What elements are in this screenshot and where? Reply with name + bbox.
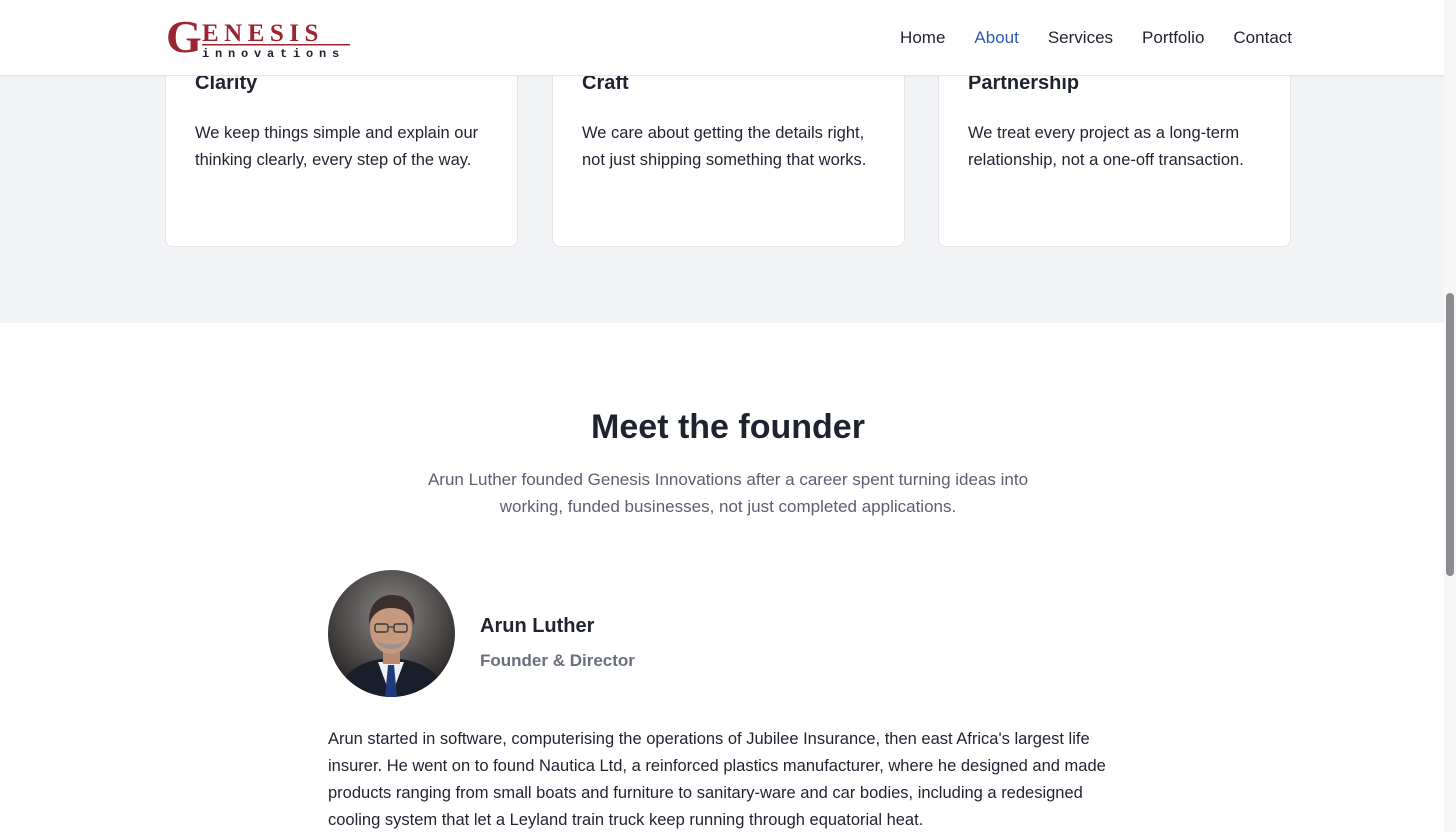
- genesis-logo[interactable]: G ENESIS innovations: [166, 16, 352, 62]
- nav-home[interactable]: Home: [900, 28, 945, 48]
- scrollbar-thumb[interactable]: [1446, 293, 1454, 576]
- founder-name: Arun Luther: [480, 615, 595, 637]
- logo-subtext: innovations: [202, 47, 345, 61]
- logo-initial: G: [166, 16, 202, 62]
- value-card-text: We keep things simple and explain our th…: [195, 124, 479, 169]
- nav-services[interactable]: Services: [1048, 28, 1113, 48]
- nav-about[interactable]: About: [974, 28, 1018, 48]
- nav-portfolio[interactable]: Portfolio: [1142, 28, 1204, 48]
- founder-bio: Arun started in software, computerising …: [328, 730, 1106, 829]
- founder-section: Meet the founder Arun Luther founded Gen…: [0, 323, 1444, 832]
- page-scrollbar[interactable]: [1444, 0, 1456, 832]
- founder-role: Founder & Director: [480, 651, 635, 670]
- logo-wordmark: ENESIS: [202, 20, 324, 47]
- value-card-text: We care about getting the details right,…: [582, 124, 867, 169]
- founder-heading: Meet the founder: [591, 408, 865, 446]
- logo-rule: [202, 44, 350, 46]
- main-nav: Home About Services Portfolio Contact: [900, 0, 1292, 76]
- nav-contact[interactable]: Contact: [1233, 28, 1292, 48]
- value-card-text: We treat every project as a long-term re…: [968, 124, 1244, 169]
- site-header: G ENESIS innovations Home About Services…: [0, 0, 1456, 76]
- founder-portrait-image: [328, 570, 455, 697]
- founder-intro: Arun Luther founded Genesis Innovations …: [427, 470, 1029, 516]
- founder-avatar: [328, 570, 455, 697]
